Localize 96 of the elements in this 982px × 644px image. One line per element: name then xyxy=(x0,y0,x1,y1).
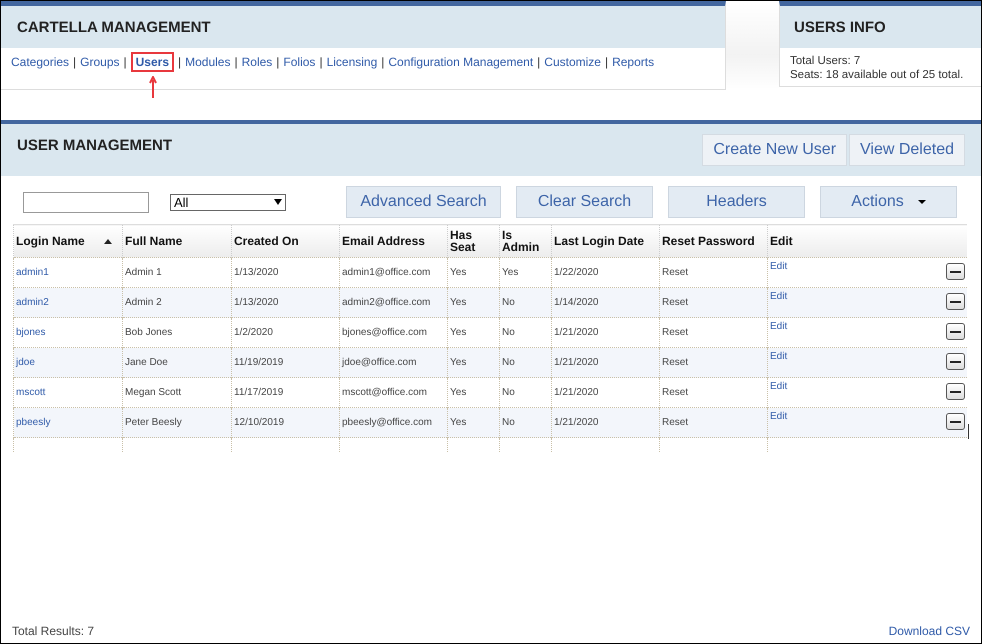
nav-separator: | xyxy=(319,55,323,69)
table-cell: Yes xyxy=(502,267,518,278)
toolbar-button[interactable]: Clear Search xyxy=(516,186,653,218)
nav-link[interactable]: Users xyxy=(130,52,174,72)
nav-separator: | xyxy=(537,55,540,69)
table-cell: Yes xyxy=(450,327,466,338)
column-header[interactable]: Is Admin xyxy=(500,224,552,258)
nav-link[interactable]: Roles xyxy=(242,55,272,69)
table-cell: No xyxy=(502,417,515,428)
nav-link[interactable]: Folios xyxy=(283,55,316,69)
nav-separator: | xyxy=(381,55,384,69)
column-header[interactable]: Created On xyxy=(232,224,340,258)
table-cell: Bob Jones xyxy=(125,327,172,338)
table-cell: No xyxy=(502,387,515,398)
table-cell: No xyxy=(502,357,515,368)
table-cell: No xyxy=(502,327,515,338)
info-text: Total Users: 7 xyxy=(790,54,862,68)
table-cell: Reset xyxy=(662,417,688,428)
filter-dropdown[interactable]: All xyxy=(170,194,286,210)
edit-link[interactable]: Edit xyxy=(770,381,788,392)
nav-link[interactable]: Groups xyxy=(80,55,120,69)
table-cell: 1/21/2020 xyxy=(554,357,598,368)
nav-separator: | xyxy=(124,55,127,69)
panel-title: USERS INFO xyxy=(794,18,886,36)
nav-link[interactable]: Categories xyxy=(11,55,70,69)
table-cell: Peter Beesly xyxy=(125,417,182,428)
table-cell: Yes xyxy=(450,387,466,398)
panel-title: USER MANAGEMENT xyxy=(17,137,172,156)
login-link[interactable]: admin1 xyxy=(16,267,49,278)
column-header[interactable]: Login Name xyxy=(14,224,122,258)
column-header[interactable]: Last Login Date xyxy=(552,224,660,258)
nav-separator: | xyxy=(178,55,182,69)
nav-link[interactable]: Reports xyxy=(612,55,654,69)
table-cell: mscott@office.com xyxy=(342,387,427,398)
column-header[interactable]: Email Address xyxy=(340,224,448,258)
table-cell: Reset xyxy=(662,327,688,338)
edit-link[interactable]: Edit xyxy=(770,291,788,302)
edit-link[interactable]: Edit xyxy=(770,411,788,422)
nav-link[interactable]: Customize xyxy=(544,55,601,69)
table-cell: 1/13/2020 xyxy=(234,297,278,308)
table-cell: Reset xyxy=(662,387,688,398)
edit-link[interactable]: Edit xyxy=(770,351,788,362)
nav-separator: | xyxy=(276,55,280,69)
nav-separator: | xyxy=(604,55,608,69)
table-cell: 1/22/2020 xyxy=(554,267,598,278)
edit-link[interactable]: Edit xyxy=(770,261,788,272)
table-cell: 11/19/2019 xyxy=(234,357,284,368)
table-cell: Yes xyxy=(450,267,466,278)
toolbar-button[interactable]: Actions xyxy=(820,186,957,218)
table-cell: admin1@office.com xyxy=(342,267,430,278)
table-cell: Reset xyxy=(662,267,688,278)
column-header[interactable]: Reset Password xyxy=(660,224,768,258)
column-header[interactable]: Full Name xyxy=(122,224,232,258)
login-link[interactable]: pbeesly xyxy=(16,417,50,428)
column-header[interactable]: Edit xyxy=(768,224,967,258)
table-cell: Megan Scott xyxy=(125,387,182,398)
table-cell: Reset xyxy=(662,297,688,308)
table-cell: Yes xyxy=(450,357,466,368)
table-cell: admin2@office.com xyxy=(342,297,430,308)
table-cell: 1/21/2020 xyxy=(554,417,598,428)
table-cell: 1/13/2020 xyxy=(234,267,278,278)
table-cell: 12/10/2019 xyxy=(234,417,284,428)
column-header[interactable]: Has Seat xyxy=(448,224,500,258)
table-cell: No xyxy=(502,297,515,308)
table-cell: 1/21/2020 xyxy=(554,327,598,338)
table-cell: pbeesly@office.com xyxy=(342,417,432,428)
table-cell: jdoe@office.com xyxy=(342,357,416,368)
toolbar-button[interactable]: Advanced Search xyxy=(346,186,501,218)
nav-separator: | xyxy=(73,55,76,69)
table-cell: 11/17/2019 xyxy=(234,387,284,398)
login-link[interactable]: admin2 xyxy=(16,297,49,308)
nav-link[interactable]: Modules xyxy=(185,55,230,69)
edit-link[interactable]: Edit xyxy=(770,321,788,332)
nav-link[interactable]: Licensing xyxy=(326,55,378,69)
table-cell: Admin 2 xyxy=(125,297,162,308)
table-cell: Jane Doe xyxy=(125,357,168,368)
table-cell: 1/2/2020 xyxy=(234,327,273,338)
header-button[interactable]: Create New User xyxy=(702,134,848,166)
table-cell: Yes xyxy=(450,297,466,308)
toolbar-button[interactable]: Headers xyxy=(668,186,805,218)
table-cell: Yes xyxy=(450,417,466,428)
table-cell: 1/21/2020 xyxy=(554,387,598,398)
login-link[interactable]: jdoe xyxy=(16,357,35,368)
download-link[interactable]: Download CSV xyxy=(888,624,970,638)
nav-separator: | xyxy=(234,55,238,69)
table-cell: bjones@office.com xyxy=(342,327,428,338)
login-link[interactable]: bjones xyxy=(16,327,46,338)
login-link[interactable]: mscott xyxy=(16,387,46,398)
table-cell: Admin 1 xyxy=(125,267,162,278)
nav-link[interactable]: Configuration Management xyxy=(388,55,534,69)
table-cell: 1/14/2020 xyxy=(554,297,598,308)
results-count: Total Results: 7 xyxy=(12,624,94,638)
header-button[interactable]: View Deleted xyxy=(849,134,965,166)
info-text: Seats: 18 available out of 25 total. xyxy=(790,68,964,82)
panel-title: CARTELLA MANAGEMENT xyxy=(17,18,211,36)
table-cell: Reset xyxy=(662,357,688,368)
